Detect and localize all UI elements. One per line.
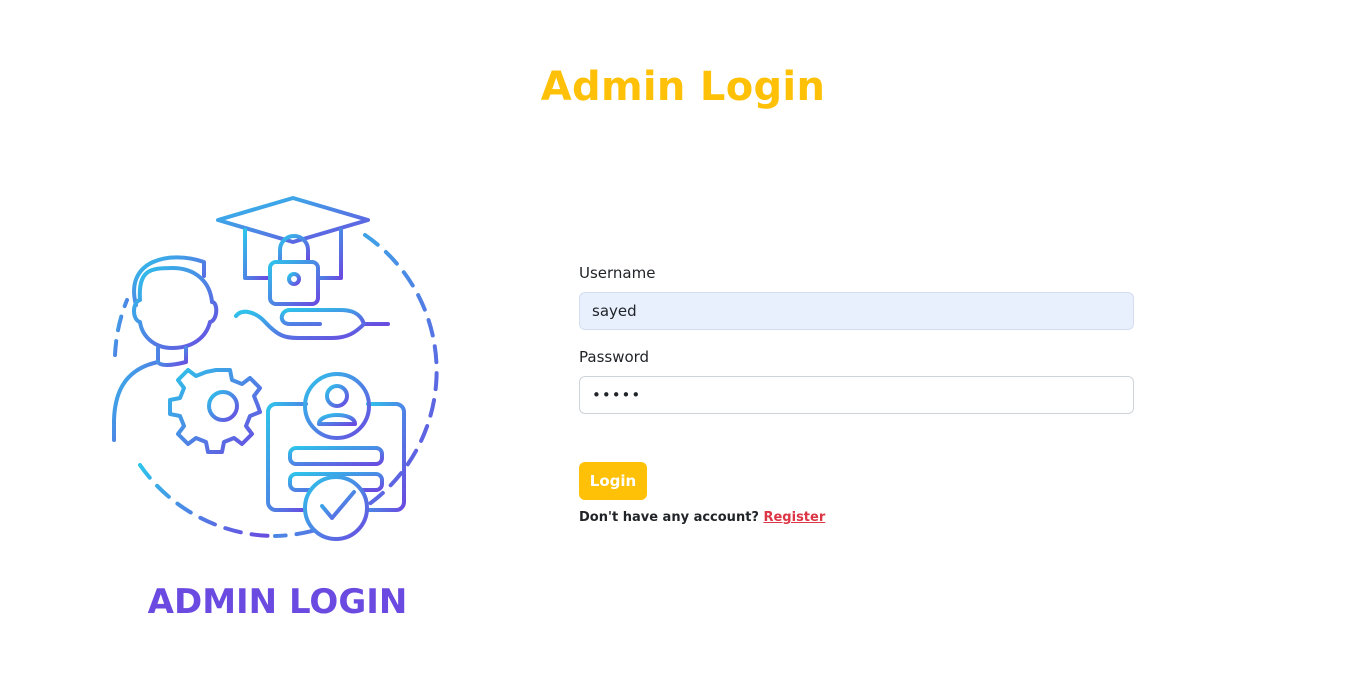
user-icon: [112, 255, 219, 442]
admin-login-illustration: [100, 190, 460, 550]
illustration-caption: ADMIN LOGIN: [147, 582, 408, 622]
register-prompt-text: Don't have any account?: [579, 510, 759, 525]
padlock-icon: [268, 234, 320, 306]
password-label: Password: [579, 348, 650, 366]
hand-icon: [234, 308, 392, 360]
register-prompt-line: Don't have any account? Register: [579, 510, 1134, 525]
login-button[interactable]: Login: [579, 462, 647, 500]
username-input[interactable]: [579, 292, 1134, 330]
password-field-group: Password: [579, 348, 1134, 414]
username-label: Username: [579, 264, 656, 282]
dashed-circle: [113, 233, 439, 538]
page-title: Admin Login: [540, 64, 826, 110]
username-field-group: Username: [579, 264, 1134, 330]
password-input[interactable]: [579, 376, 1134, 414]
register-link[interactable]: Register: [763, 510, 825, 525]
gear-icon: [168, 368, 262, 454]
login-form: Username Password Login Don't have any a…: [579, 264, 1134, 525]
checkmark-icon: [303, 475, 369, 541]
